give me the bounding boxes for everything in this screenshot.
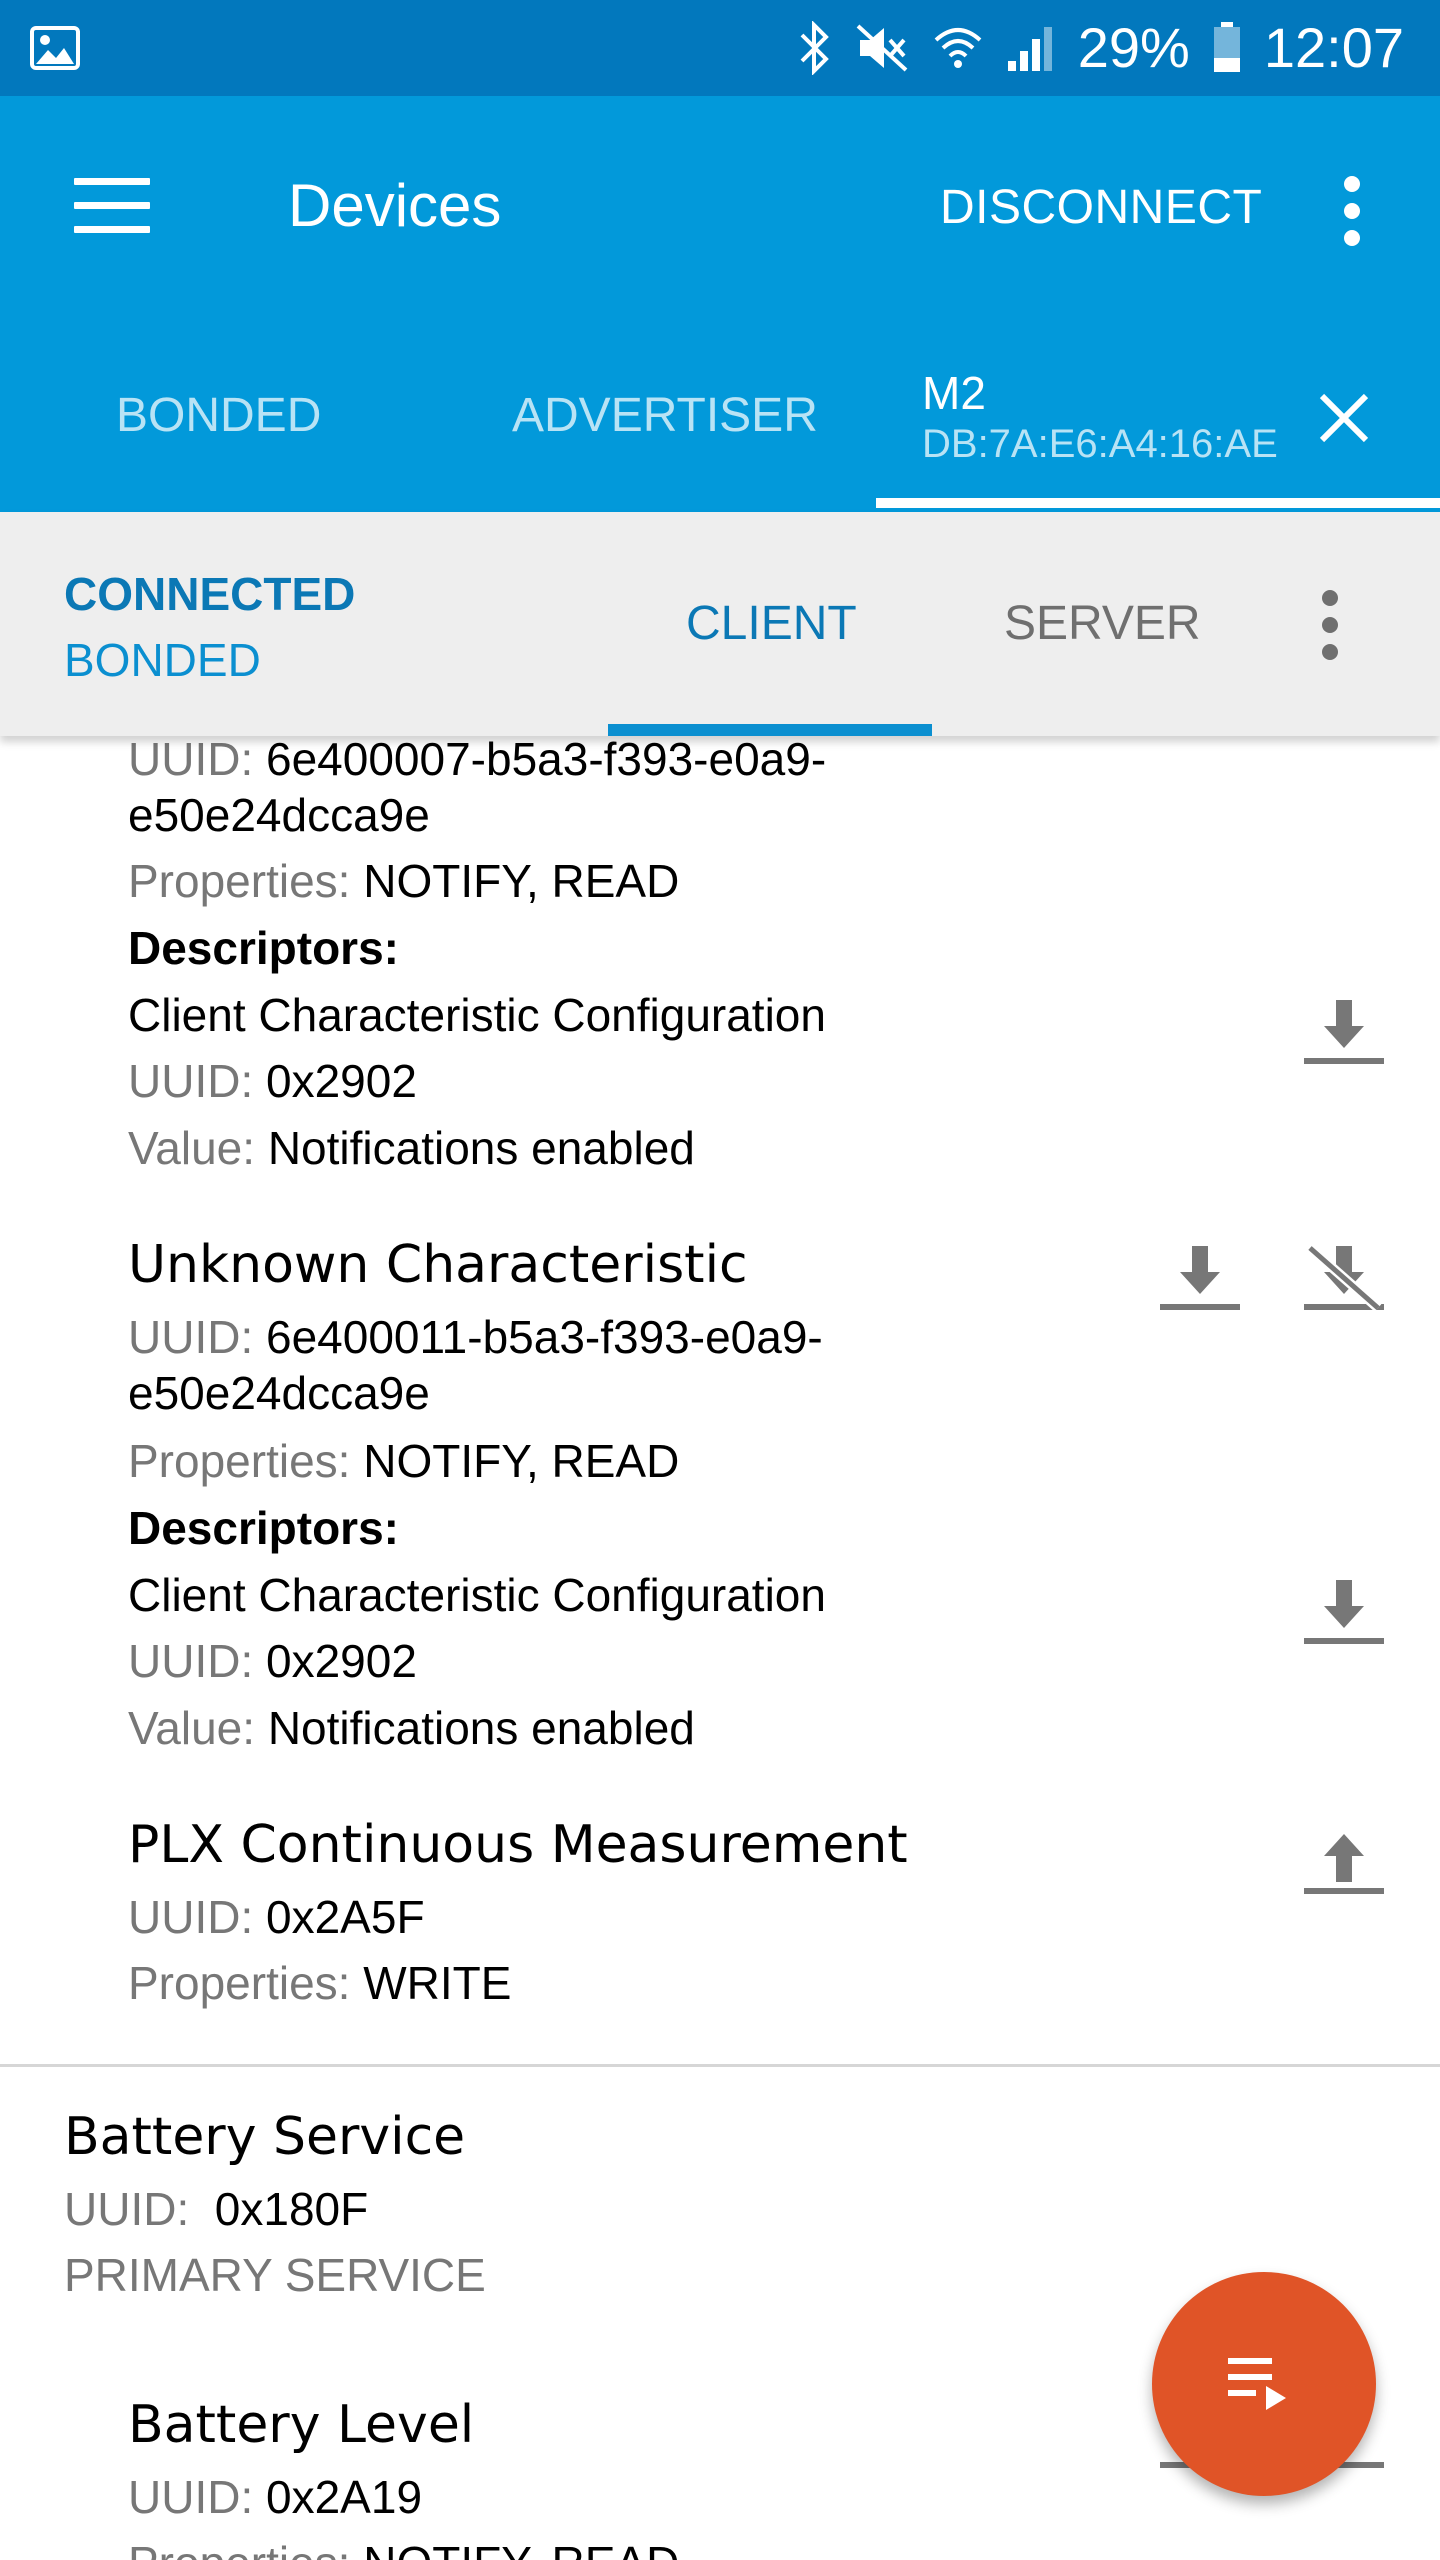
- device-address: DB:7A:E6:A4:16:AE: [922, 422, 1278, 466]
- client-tab-indicator: [608, 724, 932, 736]
- read-descriptor-icon[interactable]: [1302, 1572, 1386, 1656]
- descriptor-value: Value: Notifications enabled: [128, 1122, 695, 1174]
- bond-state: BONDED: [64, 634, 261, 686]
- device-name: M2: [922, 367, 986, 419]
- page-title: Devices: [288, 172, 502, 239]
- descriptor-uuid: UUID: 0x2902: [128, 1635, 417, 1687]
- descriptors-heading: Descriptors:: [128, 1502, 399, 1554]
- service-divider: [0, 2064, 1440, 2067]
- descriptor-name: Client Characteristic Configuration: [128, 989, 826, 1041]
- characteristic-name: Battery Level: [128, 2395, 475, 2455]
- status-bar: 29% 12:07: [0, 0, 1440, 96]
- tab-client[interactable]: CLIENT: [686, 594, 857, 654]
- characteristic-name: Unknown Characteristic: [128, 1235, 748, 1295]
- connection-overflow-icon[interactable]: [1312, 590, 1348, 662]
- menu-icon[interactable]: [74, 178, 150, 234]
- disconnect-button[interactable]: DISCONNECT: [940, 180, 1262, 236]
- signal-icon: [1007, 27, 1052, 71]
- clock: 12:07: [1263, 16, 1404, 79]
- read-icon[interactable]: [1158, 1238, 1242, 1322]
- tab-device-m2[interactable]: M2 DB:7A:E6:A4:16:AE: [922, 366, 1278, 468]
- overflow-menu-icon[interactable]: [1334, 176, 1370, 246]
- characteristic-uuid: UUID: 0x2A19: [128, 2471, 423, 2523]
- service-uuid: UUID: 0x180F: [64, 2183, 369, 2235]
- battery-icon: [1213, 22, 1240, 72]
- bluetooth-icon: [800, 21, 829, 75]
- characteristic-properties: Properties: NOTIFY, READ: [128, 855, 680, 907]
- write-icon[interactable]: [1302, 1818, 1386, 1902]
- read-descriptor-icon[interactable]: [1302, 992, 1386, 1076]
- descriptor-name: Client Characteristic Configuration: [128, 1569, 826, 1621]
- log-fab-button[interactable]: [1152, 2272, 1376, 2496]
- tab-advertiser[interactable]: ADVERTISER: [512, 388, 818, 444]
- characteristic-uuid-cont: e50e24dcca9e: [128, 789, 430, 841]
- connection-bar: CONNECTED BONDED CLIENT SERVER: [0, 512, 1440, 736]
- descriptors-heading: Descriptors:: [128, 922, 399, 974]
- app-bar: Devices DISCONNECT BONDED ADVERTISER M2 …: [0, 96, 1440, 516]
- characteristic-uuid: UUID: 6e400007-b5a3-f393-e0a9-: [128, 736, 827, 785]
- characteristic-uuid: UUID: 0x2A5F: [128, 1891, 425, 1943]
- tab-server[interactable]: SERVER: [1004, 594, 1201, 654]
- descriptor-uuid: UUID: 0x2902: [128, 1055, 417, 1107]
- mute-icon: [856, 24, 908, 72]
- service-name: Battery Service: [64, 2107, 466, 2167]
- characteristic-properties: Properties: NOTIFY, READ: [128, 1435, 680, 1487]
- service-type: PRIMARY SERVICE: [64, 2249, 486, 2301]
- log-queue-icon: [1228, 2358, 1286, 2410]
- characteristic-uuid-cont: e50e24dcca9e: [128, 1367, 430, 1419]
- battery-percent: 29%: [1077, 16, 1190, 79]
- tab-indicator: [876, 498, 1440, 508]
- gallery-icon: [30, 26, 80, 70]
- characteristic-properties: Properties: NOTIFY, READ: [128, 2534, 679, 2560]
- characteristic-uuid: UUID: 6e400011-b5a3-f393-e0a9-: [128, 1311, 823, 1363]
- tab-bonded[interactable]: BONDED: [116, 388, 321, 444]
- descriptor-value: Value: Notifications enabled: [128, 1702, 695, 1754]
- notifications-disabled-icon[interactable]: [1302, 1238, 1386, 1322]
- characteristic-name: PLX Continuous Measurement: [128, 1815, 908, 1875]
- wifi-icon: [934, 28, 982, 68]
- connection-state: CONNECTED: [64, 568, 356, 620]
- close-icon[interactable]: [1316, 390, 1372, 446]
- characteristic-properties: Properties: WRITE: [128, 1957, 512, 2009]
